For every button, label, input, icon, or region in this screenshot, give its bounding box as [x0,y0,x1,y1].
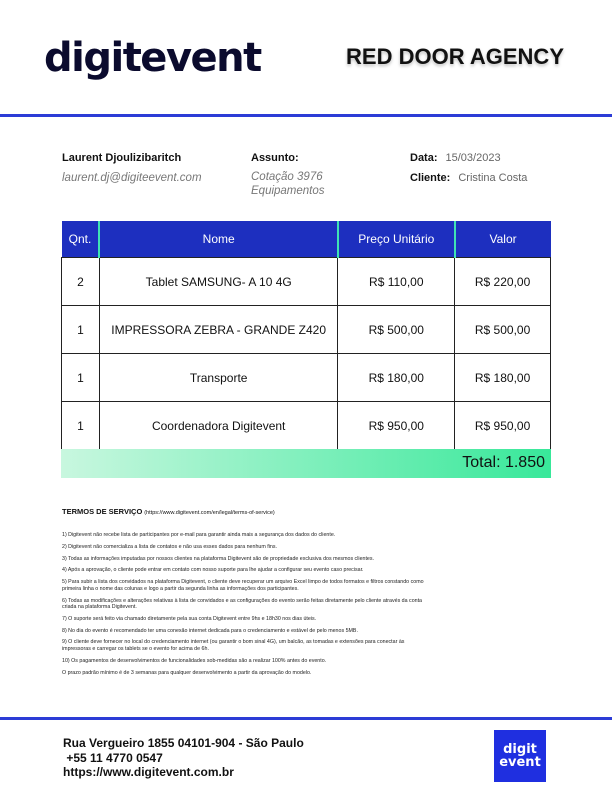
items-table: Qnt. Nome Preço Unitário Valor 2 Tablet … [61,221,551,450]
contact-name: Laurent Djoulizibaritch [62,152,182,164]
table-row: 1 Transporte R$ 180,00 R$ 180,00 [61,353,551,402]
terms-item: 8) No dia do evento é recomendado ter um… [62,627,358,634]
total-bar: Total: 1.850 [61,449,551,478]
cell-qty: 1 [61,401,100,450]
subject-line-2: Equipamentos [251,185,325,197]
terms-item: 3) Todas as informações imputadas por no… [62,555,374,562]
date-value: 15/03/2023 [445,152,501,164]
contact-block: Laurent Djoulizibaritch laurent.dj@digit… [62,151,202,186]
terms-url[interactable]: (https://www.digitevent.com/en/legal/ter… [144,510,275,516]
contact-email: laurent.dj@digiteevent.com [62,172,202,184]
cell-name: Coordenadora Digitevent [98,401,339,450]
terms-item: 5) Para subir a lista dos convidados na … [62,579,424,592]
date-row: Data: 15/03/2023 [410,151,535,171]
cell-unit-price: R$ 110,00 [337,257,456,306]
digitevent-logo: digitevent [44,35,262,81]
header-divider [0,114,612,117]
digitevent-badge-logo: digit event [494,730,546,782]
cell-value: R$ 220,00 [454,257,551,306]
total-amount: Total: 1.850 [462,454,545,471]
table-header-row: Qnt. Nome Preço Unitário Valor [61,221,551,258]
cell-name: IMPRESSORA ZEBRA - GRANDE Z420 [98,305,339,354]
header-unit-price: Preço Unitário [337,221,456,258]
table-row: 1 IMPRESSORA ZEBRA - GRANDE Z420 R$ 500,… [61,305,551,354]
terms-item: 2) Digitevent não comercializa a lista d… [62,543,277,550]
terms-item: 4) Após a aprovação, o cliente pode entr… [62,567,364,574]
footer-contact: Rua Vergueiro 1855 04101-904 - São Paulo… [63,736,304,780]
client-value: Cristina Costa [458,172,528,184]
footer-divider [0,717,612,720]
badge-line-2: event [499,755,541,770]
footer-address: Rua Vergueiro 1855 04101-904 - São Paulo [63,736,304,750]
cell-unit-price: R$ 180,00 [337,353,456,402]
cell-name: Transporte [98,353,339,402]
terms-list: 1) Digitevent não recebe lista de partic… [62,532,432,681]
footer-website[interactable]: https://www.digitevent.com.br [63,765,304,780]
client-agency-title: RED DOOR AGENCY [346,44,564,69]
terms-item: 6) Todas as modificações e alterações re… [62,597,423,611]
terms-item: 1) Digitevent não recebe lista de partic… [62,532,336,538]
terms-item: 10) Os pagamentos de desenvolvimentos de… [62,657,327,664]
date-label: Data: [410,152,438,164]
cell-unit-price: R$ 500,00 [337,305,456,354]
terms-item: 9) O cliente deve fornecer no local do c… [62,639,405,653]
terms-item: O prazo padrão mínimo é de 3 semanas par… [62,669,312,676]
cell-unit-price: R$ 950,00 [337,401,456,450]
meta-block: Data: 15/03/2023 Cliente: Cristina Costa [410,151,535,191]
header-name: Nome [99,221,339,258]
terms-heading: TERMOS DE SERVIÇO (https://www.digiteven… [62,507,275,516]
cell-qty: 1 [61,353,100,402]
header-value: Valor [454,221,551,258]
cell-name: Tablet SAMSUNG- A 10 4G [98,257,339,306]
subject-block: Assunto: Cotação 3976 Equipamentos [251,151,325,198]
cell-qty: 1 [61,305,100,354]
table-row: 1 Coordenadora Digitevent R$ 950,00 R$ 9… [61,401,551,450]
header-qty: Qnt. [61,221,101,258]
subject-label: Assunto: [251,152,299,164]
terms-title: TERMOS DE SERVIÇO [62,507,143,516]
client-label: Cliente: [410,172,451,184]
cell-value: R$ 180,00 [454,353,551,402]
cell-qty: 2 [61,257,100,306]
cell-value: R$ 950,00 [454,401,551,450]
client-row: Cliente: Cristina Costa [410,171,535,191]
table-row: 2 Tablet SAMSUNG- A 10 4G R$ 110,00 R$ 2… [61,257,551,306]
footer-phone: +55 11 4770 0547 [63,750,163,765]
subject-line-1: Cotação 3976 [251,171,323,183]
terms-item: 7) O suporte será feito via chamado dire… [62,615,317,622]
cell-value: R$ 500,00 [454,305,551,354]
